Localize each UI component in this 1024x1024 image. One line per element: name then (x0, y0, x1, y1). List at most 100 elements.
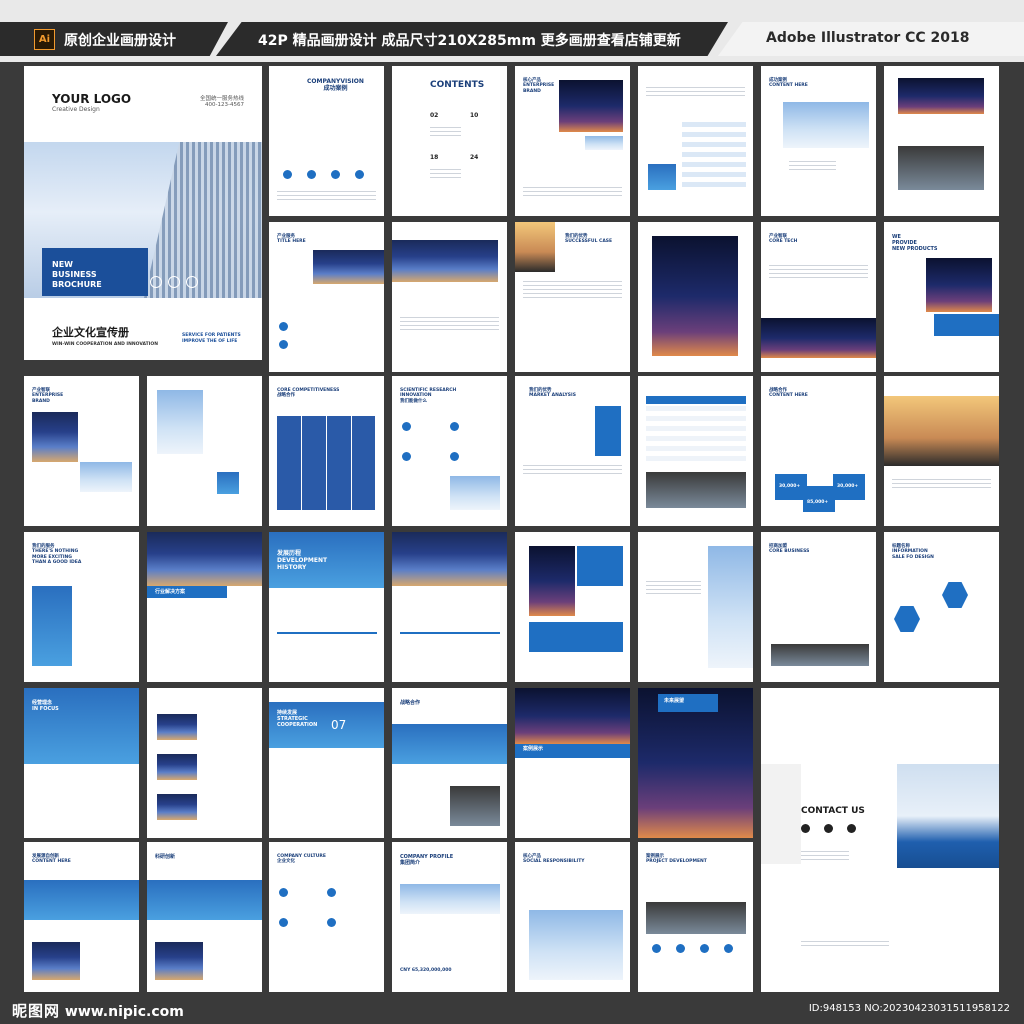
page-company-profile: COMPANY PROFILE 集团简介 CNY 65,320,000,000 (392, 842, 507, 992)
page-title: 成功案例 CONTENT HERE (769, 78, 808, 89)
page-title: 产业智联 CORE TECH (769, 234, 798, 245)
page-title: WE PROVIDE NEW PRODUCTS (892, 234, 938, 252)
cover-circle-icon (168, 276, 180, 288)
page-title: 案例展示 (523, 746, 544, 752)
cover-brochure-title: NEW BUSINESS BROCHURE (52, 260, 102, 289)
page-core-competitiveness: CORE COMPETITIVENESS 战略合作 (269, 376, 384, 526)
page-tall-building (638, 532, 753, 682)
page-core-business: 招商加盟 CORE BUSINESS (761, 532, 876, 682)
page-title: 标题名称 INFORMATION SALE FO DESIGN (892, 544, 934, 560)
page-title: COMPANYVISION 成功案例 (307, 78, 364, 93)
page-core-tech: 产业智联 CORE TECH (761, 222, 876, 372)
page-success-list (147, 688, 262, 838)
page-skyline (392, 222, 507, 372)
page-title: 我们的服务 THERE'S NOTHING MORE EXCITING THAN… (32, 544, 82, 566)
cover-tagline: WIN-WIN COOPERATION AND INNOVATION (52, 342, 158, 347)
contents-number: 02 (430, 112, 439, 119)
cover-page: YOUR LOGO Creative Design 全国统一服务热线 400-1… (24, 66, 262, 360)
page-title: COMPANY CULTURE 企业文化 (277, 854, 326, 865)
cover-service: SERVICE FOR PATIENTS IMPROVE THE OF LIFE (182, 333, 241, 344)
contact-icon-row (801, 824, 856, 833)
contact-title: CONTACT US (801, 806, 865, 816)
brochure-page-grid: YOUR LOGO Creative Design 全国统一服务热线 400-1… (24, 66, 1000, 992)
contact-photo-left (761, 764, 801, 864)
page-city-handshake (884, 66, 999, 216)
contact-photo (897, 764, 999, 868)
cover-logo-sub: Creative Design (52, 106, 100, 113)
page-title: CONTENTS (430, 80, 485, 90)
page-title: 持续发展 STRATEGIC COOPERATION (277, 710, 318, 728)
page-market-analysis: 我们的优势 MARKET ANALYSIS (515, 376, 630, 526)
page-title: 战略合作 (400, 700, 421, 706)
page-title: 我们的优势 SUCCESSFUL CASE (565, 234, 613, 245)
illustrator-icon: Ai (34, 29, 55, 50)
page-contact-spread: CONTACT US (761, 688, 999, 992)
page-title: 行业解决方案 (155, 589, 186, 595)
page-title: 核心产品 SOCIAL RESPONSIBILITY (523, 854, 585, 865)
contents-number: 18 (430, 154, 439, 161)
location-icon (847, 824, 856, 833)
page-our-service: 我们的服务 THERE'S NOTHING MORE EXCITING THAN… (24, 532, 139, 682)
section-number: 07 (331, 718, 347, 732)
page-title: 产业智联 ENTERPRISE BRAND (32, 388, 64, 404)
page-industry-solutions: 行业解决方案 (147, 532, 262, 682)
profile-value: CNY 65,320,000,000 (400, 968, 452, 973)
watermark-url: www.nipic.com (64, 1004, 184, 1020)
page-title: 经营理念 IN FOCUS (32, 700, 59, 712)
page-night-highway (638, 222, 753, 372)
cover-phone-number: 400-123-4567 (205, 102, 244, 108)
page-title: 核心产品 ENTERPRISE BRAND (523, 78, 555, 94)
page-title: 产业服务 TITLE HERE (277, 234, 306, 245)
page-contents: CONTENTS 02 10 18 24 (392, 66, 507, 216)
page-industry-service: 产业服务 TITLE HERE (269, 222, 384, 372)
page-title: 招商加盟 CORE BUSINESS (769, 544, 810, 555)
page-innovation: 发展源自创新 CONTENT HERE (24, 842, 139, 992)
cover-phone-label: 全国统一服务热线 (199, 96, 244, 102)
page-title: 发展源自创新 CONTENT HERE (32, 854, 71, 865)
page-team-silhouette (884, 376, 999, 526)
page-we-provide: WE PROVIDE NEW PRODUCTS (884, 222, 999, 372)
page-success-case: 成功案例 CONTENT HERE (761, 66, 876, 216)
page-our-advantage: 我们的优势 SUCCESSFUL CASE (515, 222, 630, 372)
page-business-philosophy: 经营理念 IN FOCUS (24, 688, 139, 838)
mail-icon (824, 824, 833, 833)
page-title: 案例展示 PROJECT DEVELOPMENT (646, 854, 707, 865)
page-sustainable-development: 持续发展 STRATEGIC COOPERATION 07 (269, 688, 384, 838)
watermark-logo: 昵图网 (12, 1002, 61, 1020)
page-company-culture: COMPANY CULTURE 企业文化 (269, 842, 384, 992)
page-research-innovation: 科研创新 (147, 842, 262, 992)
watermark: 昵图网 www.nipic.com (12, 1000, 184, 1021)
cover-title-cn: 企业文化宣传册 (52, 326, 129, 339)
page-buildings (147, 376, 262, 526)
header-software-title: Adobe Illustrator CC 2018 (766, 30, 970, 46)
page-enterprise-brand: 产业智联 ENTERPRISE BRAND (24, 376, 139, 526)
page-company-vision: COMPANYVISION 成功案例 (269, 66, 384, 216)
page-future-outlook: 未来展望 (638, 688, 753, 838)
page-case-display: 案例展示 (515, 688, 630, 838)
stat-value: 30,000+ (779, 484, 801, 489)
cover-circle-icon (150, 276, 162, 288)
page-strategy: 战略合作 (392, 688, 507, 838)
stat-value: 30,000+ (837, 484, 859, 489)
stat-value: 85,000+ (807, 500, 829, 505)
page-scientific-research: SCIENTIFIC RESEARCH INNOVATION 我们能做什么 (392, 376, 507, 526)
page-title: SCIENTIFIC RESEARCH INNOVATION 我们能做什么 (400, 388, 457, 404)
page-hexagon-info: 标题名称 INFORMATION SALE FO DESIGN (884, 532, 999, 682)
page-data-table (638, 376, 753, 526)
page-blue-blocks (515, 532, 630, 682)
page-title: 战略合作 CONTENT HERE (769, 388, 808, 399)
contents-number: 10 (470, 112, 479, 119)
page-title: 未来展望 (664, 698, 685, 704)
page-social-responsibility: 核心产品 SOCIAL RESPONSIBILITY (515, 842, 630, 992)
image-id: ID:948153 NO:20230423031511958122 (808, 1003, 1010, 1014)
page-title: 发展历程 DEVELOPMENT HISTORY (277, 550, 328, 572)
phone-icon (801, 824, 810, 833)
header-middle-title: 42P 精品画册设计 成品尺寸210X285mm 更多画册查看店铺更新 (258, 33, 681, 49)
page-title: 我们的优势 MARKET ANALYSIS (529, 388, 576, 399)
cover-logo: YOUR LOGO (52, 92, 132, 106)
cover-phone: 全国统一服务热线 400-123-4567 (200, 94, 244, 108)
page-title: CORE COMPETITIVENESS 战略合作 (277, 388, 340, 399)
page-title: COMPANY PROFILE 集团简介 (400, 854, 454, 866)
page-table (638, 66, 753, 216)
page-title: 科研创新 (155, 854, 176, 860)
